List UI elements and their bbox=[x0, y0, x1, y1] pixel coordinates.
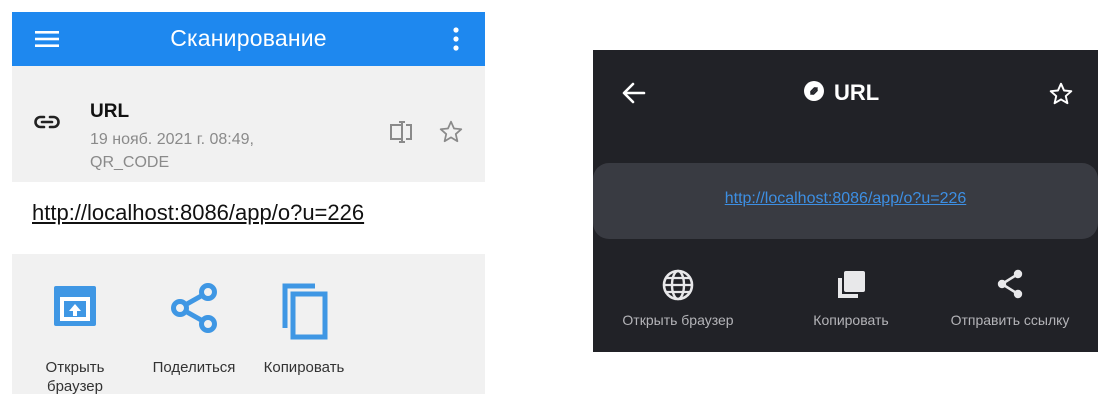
share-label: Поделиться bbox=[152, 359, 236, 376]
copy-button[interactable]: Копировать bbox=[766, 268, 936, 338]
open-browser-icon bbox=[52, 282, 98, 335]
send-link-label: Отправить ссылку bbox=[950, 312, 1070, 328]
globe-icon bbox=[661, 268, 695, 307]
star-outline-icon[interactable] bbox=[1048, 81, 1074, 112]
link-icon bbox=[34, 114, 60, 135]
light-app-screen: Сканирование URL 19 нояб. 2021 г. 08:49,… bbox=[12, 12, 485, 394]
share-button[interactable]: Поделиться bbox=[139, 254, 249, 394]
arrow-back-icon[interactable] bbox=[621, 80, 647, 111]
app-toolbar: Сканирование bbox=[12, 12, 485, 66]
link-badge-icon bbox=[804, 80, 824, 106]
open-browser-button[interactable]: Открыть браузер bbox=[20, 254, 130, 394]
scan-date: 19 нояб. 2021 г. 08:49, bbox=[90, 131, 254, 148]
send-link-button[interactable]: Отправить ссылку bbox=[925, 268, 1095, 338]
star-outline-icon[interactable] bbox=[438, 119, 464, 150]
scanned-url[interactable]: http://localhost:8086/app/o?u=226 bbox=[593, 190, 1098, 208]
share-icon bbox=[995, 268, 1025, 305]
open-browser-label: Открыть браузер bbox=[622, 312, 734, 328]
rename-icon[interactable] bbox=[389, 121, 419, 148]
scanned-url[interactable]: http://localhost:8086/app/o?u=226 bbox=[32, 200, 364, 226]
copy-button[interactable]: Копировать bbox=[249, 254, 359, 394]
actions-bar: Открыть браузер Поделиться Копировать bbox=[12, 254, 485, 394]
page-title-text: URL bbox=[834, 80, 880, 105]
share-icon bbox=[168, 282, 220, 339]
open-browser-label: Открыть браузер bbox=[45, 359, 105, 394]
open-browser-button[interactable]: Открыть браузер bbox=[593, 268, 763, 338]
content-panel: http://localhost:8086/app/o?u=226 bbox=[12, 182, 485, 254]
copy-icon bbox=[275, 282, 331, 345]
scan-header: URL 19 нояб. 2021 г. 08:49, QR_CODE bbox=[12, 76, 485, 182]
dark-app-screen: URL http://localhost:8086/app/o?u=226 От… bbox=[593, 50, 1098, 352]
copy-label: Копировать bbox=[263, 359, 345, 376]
copy-label: Копировать bbox=[813, 312, 889, 328]
url-card: http://localhost:8086/app/o?u=226 bbox=[593, 163, 1098, 239]
more-vert-icon[interactable] bbox=[444, 24, 468, 54]
copy-icon bbox=[834, 268, 868, 307]
toolbar-title: Сканирование bbox=[170, 25, 327, 51]
page-title: URL bbox=[804, 77, 879, 109]
scan-format: QR_CODE bbox=[90, 154, 170, 171]
code-type: URL bbox=[90, 101, 130, 122]
screenshot-stage: Сканирование URL 19 нояб. 2021 г. 08:49,… bbox=[0, 0, 1112, 394]
scan-meta: 19 нояб. 2021 г. 08:49, QR_CODE bbox=[90, 128, 254, 174]
